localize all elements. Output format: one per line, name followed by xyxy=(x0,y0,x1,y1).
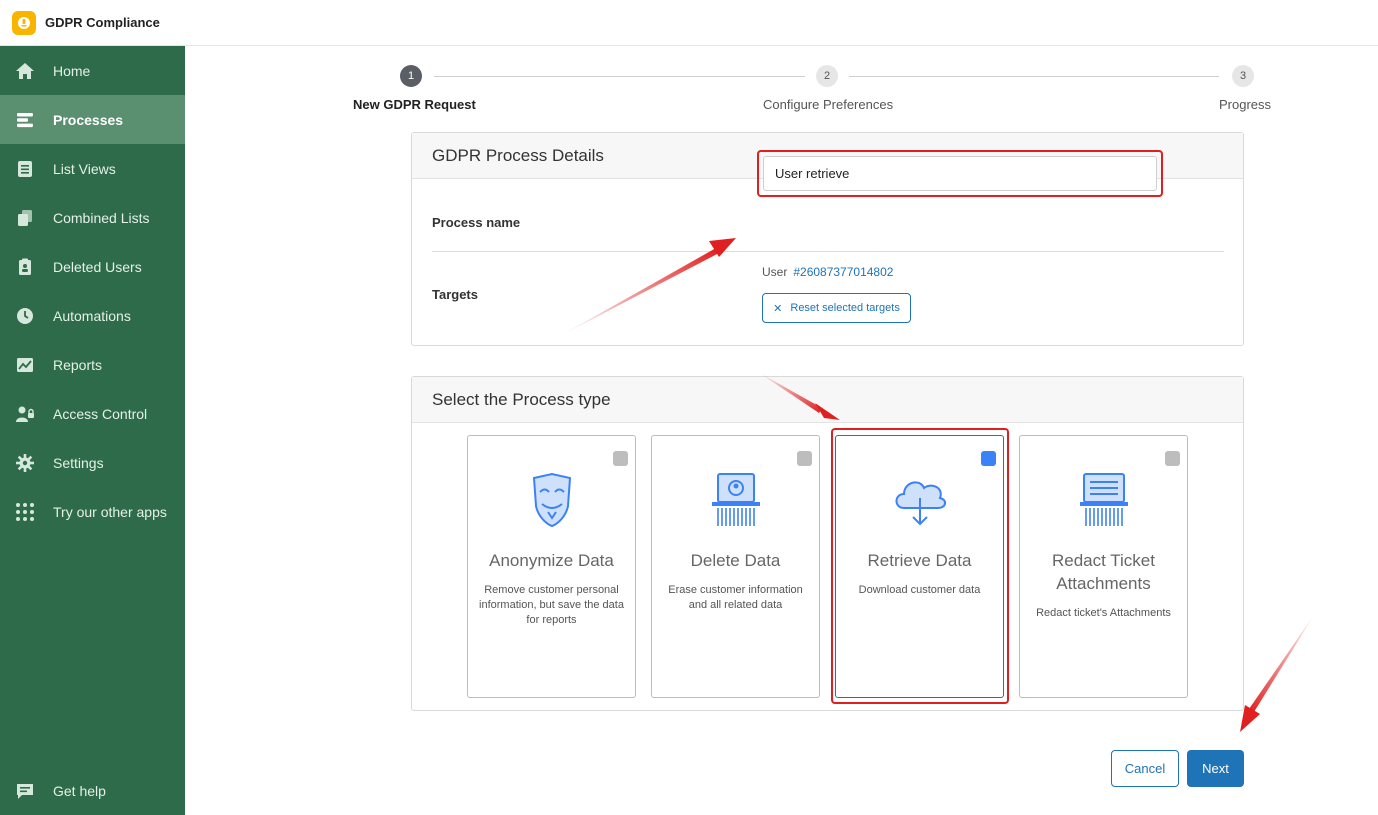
clock-icon xyxy=(15,306,35,326)
card-retrieve-data[interactable]: Retrieve Data Download customer data xyxy=(835,435,1004,698)
card-title: Retrieve Data xyxy=(867,551,972,570)
cancel-button[interactable]: Cancel xyxy=(1111,750,1179,787)
sidebar: Home Processes List Views Combined Lists… xyxy=(0,46,185,815)
card-description: Download customer data xyxy=(858,584,981,596)
sidebar-item-reports[interactable]: Reports xyxy=(0,340,185,389)
process-name-highlight xyxy=(757,150,1163,197)
sidebar-item-access-control[interactable]: Access Control xyxy=(0,389,185,438)
mask-icon xyxy=(532,472,571,528)
step-2-label: Configure Preferences xyxy=(763,97,894,112)
card-title: Delete Data xyxy=(690,551,781,570)
card-redact-attachments[interactable]: Redact Ticket Attachments Redact ticket'… xyxy=(1019,435,1188,698)
home-icon xyxy=(15,61,35,81)
shredder-icon xyxy=(711,473,760,526)
app-logo xyxy=(12,10,36,35)
card-title: Anonymize Data xyxy=(489,551,614,570)
next-button[interactable]: Next xyxy=(1187,750,1244,787)
sidebar-item-label: Settings xyxy=(53,454,104,471)
sidebar-item-deleted-users[interactable]: Deleted Users xyxy=(0,242,185,291)
deleted-users-icon xyxy=(15,257,35,277)
sidebar-item-get-help[interactable]: Get help xyxy=(0,766,185,815)
apps-grid-icon xyxy=(15,502,35,522)
step-3-label: Progress xyxy=(1219,97,1272,112)
card-title: Redact Ticket Attachments xyxy=(1052,551,1155,593)
sidebar-item-label: Processes xyxy=(53,111,124,128)
card-checkbox[interactable] xyxy=(981,451,996,466)
step-1-label: New GDPR Request xyxy=(353,97,476,112)
target-entry: User #26087377014802 xyxy=(762,265,893,279)
top-bar: GDPR Compliance xyxy=(0,0,1378,46)
card-delete-data[interactable]: Delete Data Erase customer information a… xyxy=(651,435,820,698)
list-views-icon xyxy=(15,159,35,179)
card-description: Remove customer personal information, bu… xyxy=(479,584,624,626)
card-description: Erase customer information and all relat… xyxy=(668,584,803,611)
gear-icon xyxy=(15,453,35,473)
main-content: 1 2 3 New GDPR Request Configure Prefere… xyxy=(185,46,1378,815)
chart-icon xyxy=(15,355,35,375)
sidebar-item-label: Home xyxy=(53,62,91,79)
combined-lists-icon xyxy=(15,208,35,228)
sidebar-item-combined-lists[interactable]: Combined Lists xyxy=(0,193,185,242)
reset-targets-label: Reset selected targets xyxy=(790,302,900,314)
targets-label: Targets xyxy=(432,287,478,302)
target-id-link[interactable]: #26087377014802 xyxy=(793,265,893,279)
sidebar-item-list-views[interactable]: List Views xyxy=(0,144,185,193)
row-divider xyxy=(432,251,1224,252)
stepper-connector xyxy=(434,76,805,77)
sidebar-item-settings[interactable]: Settings xyxy=(0,438,185,487)
sidebar-item-other-apps[interactable]: Try our other apps xyxy=(0,487,185,536)
card-checkbox[interactable] xyxy=(1165,451,1180,466)
sidebar-item-processes[interactable]: Processes xyxy=(0,95,185,144)
app-title: GDPR Compliance xyxy=(45,15,160,30)
sidebar-item-label: Get help xyxy=(53,782,106,799)
reset-targets-button[interactable]: ✕ Reset selected targets xyxy=(762,293,911,323)
chat-icon xyxy=(15,781,35,801)
cloud-download-icon xyxy=(895,481,946,526)
card-anonymize-data[interactable]: Anonymize Data Remove customer personal … xyxy=(467,435,636,698)
sidebar-item-label: Access Control xyxy=(53,405,148,422)
sidebar-item-label: Automations xyxy=(53,307,131,324)
process-details-panel: GDPR Process Details Process name Target… xyxy=(411,132,1244,346)
process-name-input[interactable] xyxy=(763,156,1157,191)
sidebar-item-label: Combined Lists xyxy=(53,209,150,226)
access-control-icon xyxy=(15,404,35,424)
card-checkbox[interactable] xyxy=(613,451,628,466)
sidebar-item-label: Deleted Users xyxy=(53,258,142,275)
target-type: User xyxy=(762,265,788,279)
step-3-dot: 3 xyxy=(1232,65,1254,87)
sidebar-item-label: Try our other apps xyxy=(53,503,167,520)
card-checkbox[interactable] xyxy=(797,451,812,466)
card-description: Redact ticket's Attachments xyxy=(1036,607,1171,619)
processes-icon xyxy=(15,110,35,130)
sidebar-item-label: Reports xyxy=(53,356,103,373)
sidebar-item-home[interactable]: Home xyxy=(0,46,185,95)
process-type-panel: Select the Process type Anonymize Data R… xyxy=(411,376,1244,711)
sidebar-item-label: List Views xyxy=(53,160,116,177)
document-shredder-icon xyxy=(1079,473,1128,526)
sidebar-item-automations[interactable]: Automations xyxy=(0,291,185,340)
close-icon: ✕ xyxy=(773,302,783,315)
stepper-connector xyxy=(849,76,1219,77)
step-2-dot: 2 xyxy=(816,65,838,87)
panel-title: Select the Process type xyxy=(412,377,1243,423)
step-1-dot: 1 xyxy=(400,65,422,87)
stepper: 1 2 3 New GDPR Request Configure Prefere… xyxy=(185,46,1378,126)
process-name-label: Process name xyxy=(432,215,521,230)
